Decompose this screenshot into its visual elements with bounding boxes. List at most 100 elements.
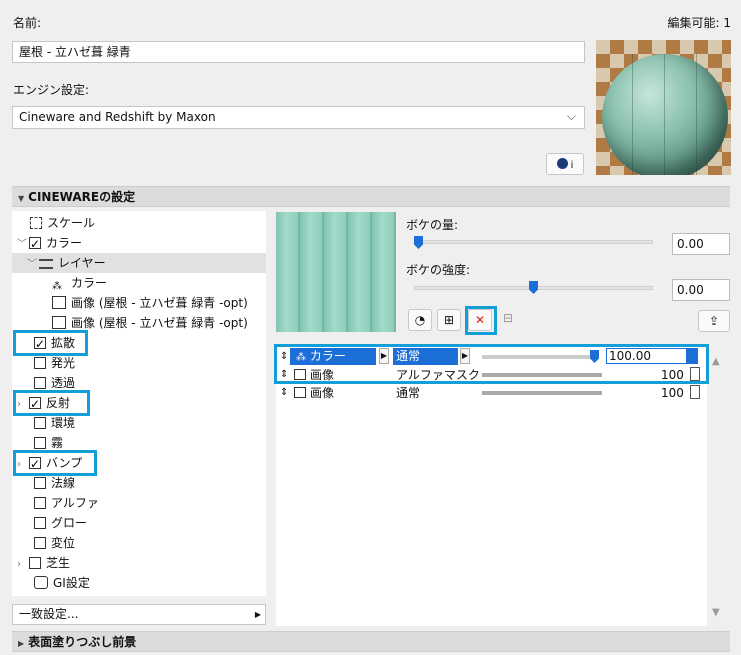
tree-item-label: アルファ — [51, 496, 99, 510]
scroll-down-icon[interactable]: ▼ — [712, 607, 720, 618]
tree-item-luminance[interactable]: 発光 — [34, 353, 75, 373]
chevron-down-icon[interactable]: ﹀ — [17, 235, 29, 255]
highlight-layer-rows — [274, 344, 709, 384]
tree-item-label: 透過 — [51, 376, 76, 390]
tree-item-scale[interactable]: スケール — [30, 213, 95, 233]
displacement-checkbox[interactable] — [34, 537, 46, 549]
layer-name: 画像 — [310, 386, 335, 400]
highlight-reflection — [13, 390, 90, 416]
tree-item-color[interactable]: ﹀ カラー — [17, 233, 83, 255]
image-icon — [52, 296, 66, 309]
tree-item-environment[interactable]: 環境 — [34, 413, 75, 433]
chevron-down-icon: ⌵ — [566, 109, 576, 123]
export-button[interactable]: ⇪ — [698, 310, 730, 332]
layer-value[interactable]: 100 — [661, 384, 684, 402]
match-settings-dropdown[interactable]: 一致設定... ▶ — [12, 604, 266, 625]
bokeh-amount-label: ボケの量: — [406, 218, 459, 232]
tree-item-label: 霧 — [51, 436, 64, 450]
layers-icon — [39, 259, 53, 269]
glow-checkbox[interactable] — [34, 517, 46, 529]
tree-item-label: 芝生 — [46, 556, 71, 570]
tree-item-sub-color[interactable]: ⁂ カラー — [52, 273, 107, 293]
export-icon: ⇪ — [708, 314, 720, 328]
tree-item-label: レイヤー — [58, 256, 106, 270]
tree-item-label: 画像 (屋根 - 立ハゼ葺 緑青 -opt) — [71, 296, 248, 310]
cineware-section-title: CINEWAREの設定 — [28, 190, 136, 204]
layer-opacity-slider[interactable] — [482, 391, 602, 395]
bokeh-strength-thumb[interactable] — [529, 281, 538, 294]
surface-section-header[interactable]: ▶ 表面塗りつぶし前景 — [12, 631, 730, 652]
cineware-section-header[interactable]: ▼ CINEWAREの設定 — [12, 186, 730, 207]
highlight-delete — [465, 306, 497, 335]
match-settings-label: 一致設定... — [19, 607, 79, 621]
bokeh-amount-slider[interactable] — [414, 240, 653, 244]
triangle-right-icon: ▶ — [18, 639, 25, 648]
tree-item-image-1[interactable]: 画像 (屋根 - 立ハゼ葺 緑青 -opt) — [52, 293, 248, 313]
engine-select[interactable]: Cineware and Redshift by Maxon ⌵ — [12, 106, 585, 129]
highlight-diffuse — [13, 330, 88, 356]
bokeh-strength-input[interactable]: 0.00 — [672, 279, 730, 301]
editable-count: 編集可能: 1 — [667, 16, 732, 30]
preview-sphere — [602, 54, 728, 175]
tree-item-layer[interactable]: ﹀ レイヤー — [12, 253, 266, 273]
material-preview — [596, 40, 731, 175]
add-shader-icon: ◔ — [414, 313, 426, 327]
add-shader-button[interactable]: ◔ — [408, 309, 432, 331]
bokeh-amount-thumb[interactable] — [414, 236, 423, 249]
bokeh-strength-label: ボケの強度: — [406, 263, 471, 277]
tree-item-label: 変位 — [51, 536, 76, 550]
drag-handle-icon[interactable]: ⇕ — [280, 384, 288, 402]
tree-item-label: グロー — [51, 516, 88, 530]
add-image-icon: ⊞ — [443, 313, 455, 327]
grass-checkbox[interactable] — [29, 557, 41, 569]
image-icon — [294, 387, 306, 398]
surface-section-title: 表面塗りつぶし前景 — [28, 635, 137, 649]
tree-item-normal[interactable]: 法線 — [34, 473, 75, 493]
tree-item-grass[interactable]: › 芝生 — [17, 553, 70, 573]
info-icon: i — [570, 160, 574, 171]
tree-item-glow[interactable]: グロー — [34, 513, 87, 533]
luminance-checkbox[interactable] — [34, 357, 46, 369]
engine-label: エンジン設定: — [13, 83, 90, 97]
chevron-down-icon[interactable]: ﹀ — [27, 255, 39, 275]
layer-mode[interactable]: 通常 — [396, 384, 420, 402]
tree-item-displacement[interactable]: 変位 — [34, 533, 75, 553]
tree-item-label: 発光 — [51, 356, 76, 370]
normal-checkbox[interactable] — [34, 477, 46, 489]
texture-thumbnail[interactable] — [276, 212, 396, 332]
alpha-checkbox[interactable] — [34, 497, 46, 509]
tree-item-label: 環境 — [51, 416, 76, 430]
tree-item-alpha[interactable]: アルファ — [34, 493, 99, 513]
fog-checkbox[interactable] — [34, 437, 46, 449]
highlight-bump — [13, 450, 97, 476]
add-image-button[interactable]: ⊞ — [437, 309, 461, 331]
link-icon[interactable] — [690, 385, 700, 399]
tree-item-label: スケール — [47, 216, 96, 230]
tree-item-label: カラー — [71, 276, 108, 290]
triangle-right-icon: ▶ — [254, 610, 261, 619]
cinema4d-icon — [556, 158, 568, 169]
tree-item-label: GI設定 — [53, 576, 90, 590]
name-label: 名前: — [13, 16, 42, 30]
gi-settings-icon — [34, 576, 48, 589]
transparency-checkbox[interactable] — [34, 377, 46, 389]
color-checkbox[interactable] — [29, 234, 41, 254]
engine-info-button[interactable]: i — [546, 153, 584, 175]
color-dots-icon: ⁂ — [52, 281, 62, 292]
triangle-down-icon: ▼ — [18, 194, 25, 203]
layer-row[interactable]: ⇕ 画像 通常 100 — [276, 384, 707, 402]
scroll-up-icon[interactable]: ▲ — [712, 356, 720, 367]
scale-icon — [30, 217, 42, 229]
layer-list[interactable]: ⇕ ⁂ カラー ▶ 通常 ▶ 100.00 ⇕ 画像 アルファマスク 100 ⇕… — [276, 344, 707, 626]
engine-select-value: Cineware and Redshift by Maxon — [19, 110, 216, 124]
material-name-field[interactable]: 屋根 - 立ハゼ葺 緑青 — [12, 41, 585, 63]
tree-item-label: 法線 — [51, 476, 76, 490]
environment-checkbox[interactable] — [34, 417, 46, 429]
chevron-right-icon[interactable]: › — [17, 555, 29, 575]
tree-item-label: 画像 (屋根 - 立ハゼ葺 緑青 -opt) — [71, 316, 248, 330]
image-icon — [52, 316, 66, 329]
layer-folder-icon: ⊟ — [503, 311, 514, 325]
tree-item-gi[interactable]: GI設定 — [34, 573, 90, 593]
bokeh-amount-input[interactable]: 0.00 — [672, 233, 730, 255]
tree-item-label: カラー — [46, 236, 83, 250]
